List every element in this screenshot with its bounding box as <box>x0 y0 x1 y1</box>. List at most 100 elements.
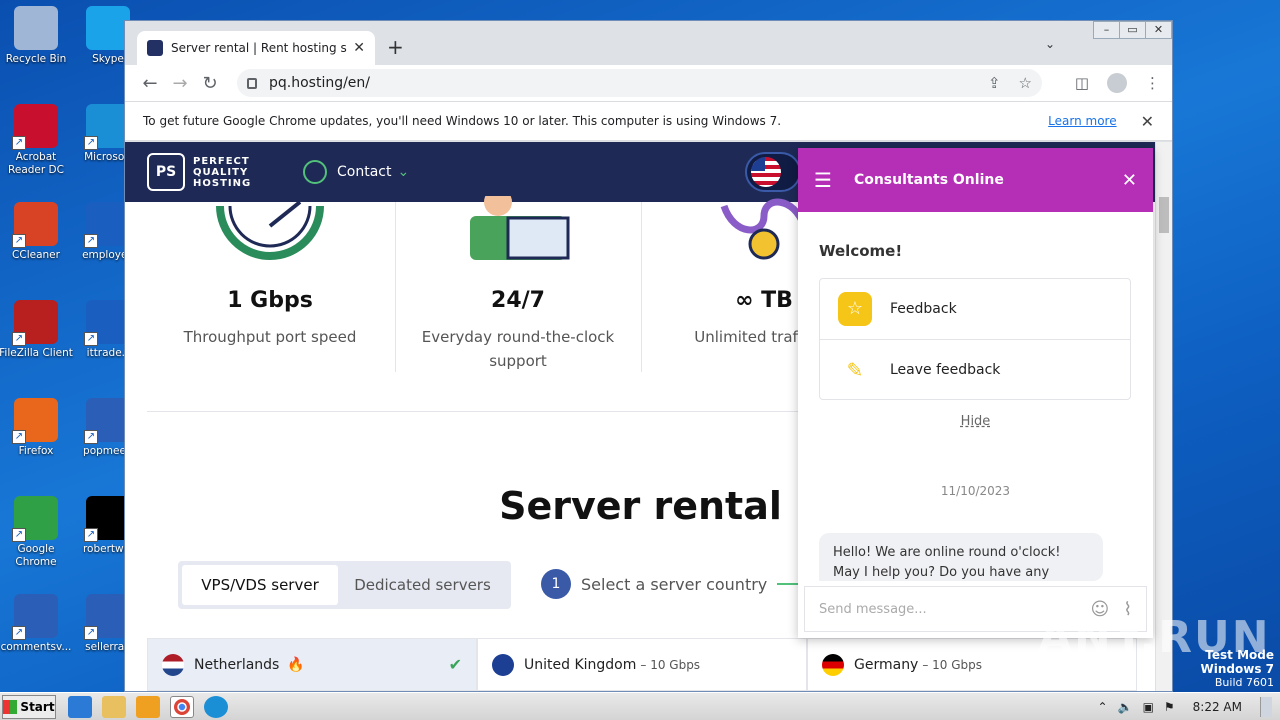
shortcut-arrow-icon: ↗ <box>84 430 98 444</box>
infobar-text: To get future Google Chrome updates, you… <box>143 114 782 128</box>
os-text: Windows 7 <box>1200 662 1274 676</box>
scrollbar-thumb[interactable] <box>1159 197 1169 233</box>
feature-value: 1 Gbps <box>227 288 313 313</box>
app-icon <box>14 6 58 50</box>
contact-menu[interactable]: Contact ⌄ <box>303 160 409 184</box>
desktop-icon[interactable]: ↗ commentsv... <box>0 594 76 654</box>
app-icon: ↗ <box>12 594 58 640</box>
ie-taskbar-icon[interactable] <box>68 695 92 718</box>
leave-feedback-option[interactable]: ✎ Leave feedback <box>820 339 1130 399</box>
feature-speed: 1 Gbps Throughput port speed <box>147 200 393 349</box>
site-logo[interactable]: PS PERFECT QUALITY HOSTING <box>147 153 263 191</box>
page-scrollbar[interactable] <box>1155 142 1172 691</box>
tab-search-chevron-icon[interactable]: ⌄ <box>1045 37 1055 51</box>
shortcut-arrow-icon: ↗ <box>84 626 98 640</box>
chat-welcome: Welcome! <box>819 242 903 260</box>
share-icon[interactable]: ⇪ <box>988 74 1001 92</box>
tab-strip: Server rental | Rent hosting servers ✕ +… <box>125 21 1172 65</box>
desktop-icon[interactable]: ↗ FileZilla Client <box>0 300 76 360</box>
infobar-close-icon[interactable]: ✕ <box>1141 112 1154 131</box>
desktop-icon-label: CCleaner <box>12 249 60 261</box>
url-text: pq.hosting/en/ <box>269 75 371 91</box>
app-icon: ↗ <box>12 300 58 346</box>
country-name: Netherlands <box>194 656 280 673</box>
desktop-icon[interactable]: ↗ Acrobat Reader DC <box>0 104 76 177</box>
uk-flag-icon <box>492 653 514 676</box>
minimize-icon[interactable]: – <box>1093 21 1120 39</box>
forward-icon[interactable]: → <box>165 73 195 94</box>
back-icon[interactable]: ← <box>135 73 165 94</box>
toolbar: ← → ↻ pq.hosting/en/ ⇪ ☆ ◫ ⋮ <box>125 65 1172 101</box>
shortcut-arrow-icon: ↗ <box>12 234 26 248</box>
windows-logo-icon <box>3 699 18 714</box>
step-indicator: 1 Select a server country <box>541 569 818 599</box>
phone-icon <box>303 160 327 184</box>
divider <box>641 202 642 372</box>
tab-title: Server rental | Rent hosting servers <box>171 41 347 55</box>
country-list: Netherlands 🔥 ✔ United Kingdom – 10 Gbps… <box>147 638 1137 691</box>
media-player-taskbar-icon[interactable] <box>136 695 160 718</box>
divider <box>395 202 396 372</box>
vps-tab[interactable]: VPS/VDS server <box>182 565 338 605</box>
flag-icon[interactable]: ⚑ <box>1164 700 1175 714</box>
app-icon: ↗ <box>12 202 58 248</box>
desktop-icon-label: Firefox <box>18 445 54 457</box>
system-tray: ⌃ 🔈 ▣ ⚑ 8:22 AM <box>1098 696 1272 717</box>
desktop-icon[interactable]: ↗ CCleaner <box>0 202 76 262</box>
step-label: Select a server country <box>581 574 768 594</box>
bookmark-star-icon[interactable]: ☆ <box>1019 74 1032 92</box>
chat-date: 11/10/2023 <box>940 484 1011 498</box>
taskbar: Start ⌃ 🔈 ▣ ⚑ 8:22 AM <box>0 692 1280 720</box>
browser-tab[interactable]: Server rental | Rent hosting servers ✕ <box>137 31 375 65</box>
dedicated-tab[interactable]: Dedicated servers <box>338 576 507 594</box>
close-window-icon[interactable]: ✕ <box>1145 21 1172 39</box>
maximize-icon[interactable]: ▭ <box>1119 21 1146 39</box>
kebab-menu-icon[interactable]: ⋮ <box>1145 74 1160 92</box>
test-mode-label: Test Mode Windows 7 Build 7601 <box>1201 648 1274 690</box>
fire-icon: 🔥 <box>287 656 305 673</box>
chat-header: ☰ Consultants Online ✕ <box>798 148 1153 212</box>
speaker-icon[interactable]: 🔈 <box>1118 700 1133 714</box>
feedback-option[interactable]: ☆ Feedback <box>820 279 1130 339</box>
desktop-icon-label: Google Chrome <box>15 543 57 568</box>
edge-taskbar-icon[interactable] <box>204 695 228 718</box>
new-tab-icon[interactable]: + <box>387 35 404 59</box>
desktop-icon[interactable]: ↗ Google Chrome <box>0 496 76 569</box>
chat-close-icon[interactable]: ✕ <box>1122 170 1137 191</box>
explorer-taskbar-icon[interactable] <box>102 695 126 718</box>
leave-feedback-label: Leave feedback <box>890 361 1001 378</box>
shortcut-arrow-icon: ↗ <box>84 136 98 150</box>
close-tab-icon[interactable]: ✕ <box>353 40 365 56</box>
country-speed: – 10 Gbps <box>640 657 701 672</box>
address-bar[interactable]: pq.hosting/en/ ⇪ ☆ <box>237 69 1042 97</box>
learn-more-link[interactable]: Learn more <box>1048 114 1116 128</box>
test-mode-text: Test Mode <box>1205 648 1274 662</box>
show-desktop-button[interactable] <box>1260 696 1272 717</box>
tray-expand-icon[interactable]: ⌃ <box>1098 700 1108 714</box>
netherlands-flag-icon <box>162 653 184 676</box>
start-button[interactable]: Start <box>2 694 56 719</box>
feature-label: Throughput port speed <box>183 328 357 346</box>
desktop-icon-label: FileZilla Client <box>0 347 73 359</box>
language-selector[interactable] <box>745 152 801 192</box>
check-icon: ✔ <box>448 655 462 674</box>
profile-avatar-icon[interactable] <box>1107 73 1127 93</box>
hide-link[interactable]: Hide <box>798 414 1153 429</box>
app-icon: ↗ <box>12 496 58 542</box>
shortcut-arrow-icon: ↗ <box>12 626 26 640</box>
country-netherlands[interactable]: Netherlands 🔥 ✔ <box>147 638 477 691</box>
clock[interactable]: 8:22 AM <box>1193 700 1242 714</box>
reload-icon[interactable]: ↻ <box>195 73 225 94</box>
feature-label: Everyday round-the-clock support <box>421 328 615 370</box>
chat-input-placeholder: Send message... <box>819 601 927 617</box>
desktop-icon[interactable]: Recycle Bin <box>0 6 76 66</box>
feature-value: 24/7 <box>491 288 545 313</box>
chrome-taskbar-icon[interactable] <box>170 695 194 718</box>
side-panel-icon[interactable]: ◫ <box>1075 74 1089 92</box>
desktop-icon-label: Recycle Bin <box>5 53 67 65</box>
network-icon[interactable]: ▣ <box>1143 700 1154 714</box>
desktop-icon-label: Acrobat Reader DC <box>8 151 64 176</box>
hamburger-menu-icon[interactable]: ☰ <box>814 168 832 192</box>
desktop-icon[interactable]: ↗ Firefox <box>0 398 76 458</box>
country-united-kingdom[interactable]: United Kingdom – 10 Gbps <box>477 638 807 691</box>
